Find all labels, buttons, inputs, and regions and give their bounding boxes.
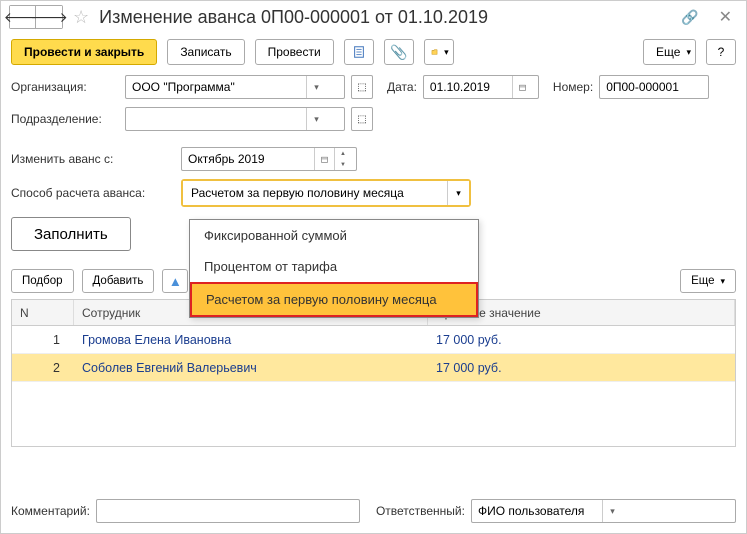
- cell-prev: 17 000 руб.: [428, 361, 735, 375]
- responsible-input[interactable]: [472, 500, 602, 522]
- dropdown-option-percent[interactable]: Процентом от тарифа: [190, 251, 478, 282]
- calendar-icon: [321, 154, 328, 165]
- col-n[interactable]: N: [12, 300, 74, 325]
- method-field[interactable]: ▾: [181, 179, 471, 207]
- more-button[interactable]: Еще: [643, 39, 696, 65]
- table-row[interactable]: 2 Соболев Евгений Валерьевич 17 000 руб.: [12, 354, 735, 382]
- select-button[interactable]: Подбор: [11, 269, 74, 293]
- responsible-dropdown-button[interactable]: ▾: [602, 500, 622, 522]
- cell-n: 2: [12, 361, 74, 375]
- date-field[interactable]: [423, 75, 539, 99]
- cell-employee: Соболев Евгений Валерьевич: [74, 361, 428, 375]
- move-up-button[interactable]: ▲: [162, 269, 188, 293]
- forward-button[interactable]: 🡒: [36, 6, 62, 28]
- change-from-input[interactable]: [182, 148, 314, 170]
- cell-prev: 17 000 руб.: [428, 333, 735, 347]
- titlebar: 🡐 🡒 ☆ Изменение аванса 0П00-000001 от 01…: [1, 1, 746, 33]
- print-button[interactable]: [344, 39, 374, 65]
- change-from-field[interactable]: ▲ ▼: [181, 147, 357, 171]
- dropdown-option-calc[interactable]: Расчетом за первую половину месяца: [190, 282, 478, 317]
- window-title: Изменение аванса 0П00-000001 от 01.10.20…: [99, 7, 675, 28]
- org-input[interactable]: [126, 76, 306, 98]
- paperclip-icon: 📎: [390, 44, 407, 61]
- footer: Комментарий: Ответственный: ▾: [1, 489, 746, 533]
- calendar-icon: [519, 82, 526, 93]
- org-open-button[interactable]: ⬚: [351, 75, 373, 99]
- number-field[interactable]: [599, 75, 709, 99]
- method-dropdown-button[interactable]: ▾: [447, 181, 469, 205]
- folder-icon: [431, 45, 438, 59]
- cell-employee: Громова Елена Ивановна: [74, 333, 428, 347]
- favorite-star-icon[interactable]: ☆: [73, 7, 89, 28]
- help-button[interactable]: ?: [706, 39, 736, 65]
- table-more-button[interactable]: Еще: [680, 269, 736, 293]
- employee-table: N Сотрудник Прежнее значение 1 Громова Е…: [11, 299, 736, 447]
- fill-button[interactable]: Заполнить: [11, 217, 131, 251]
- number-input[interactable]: [600, 76, 704, 98]
- post-button[interactable]: Провести: [255, 39, 334, 65]
- post-and-close-button[interactable]: Провести и закрыть: [11, 39, 157, 65]
- nav-group: 🡐 🡒: [9, 5, 63, 29]
- change-from-calendar-button[interactable]: [314, 148, 334, 170]
- cell-n: 1: [12, 333, 74, 347]
- responsible-field[interactable]: ▾: [471, 499, 736, 523]
- arrow-up-icon: ▲: [169, 274, 182, 289]
- dept-dropdown-button[interactable]: ▾: [306, 108, 326, 130]
- month-down-button[interactable]: ▼: [335, 159, 351, 170]
- close-button[interactable]: ✕: [713, 6, 738, 28]
- date-label: Дата:: [387, 80, 417, 94]
- comment-field[interactable]: [96, 499, 360, 523]
- dept-label: Подразделение:: [11, 112, 119, 126]
- add-button[interactable]: Добавить: [82, 269, 155, 293]
- method-input[interactable]: [183, 181, 447, 205]
- change-from-label: Изменить аванс с:: [11, 152, 175, 166]
- dept-field[interactable]: ▾: [125, 107, 345, 131]
- report-icon: [352, 45, 366, 59]
- link-icon[interactable]: 🔗: [681, 9, 698, 26]
- method-label: Способ расчета аванса:: [11, 186, 175, 200]
- org-field[interactable]: ▾: [125, 75, 345, 99]
- date-calendar-button[interactable]: [512, 76, 532, 98]
- responsible-label: Ответственный:: [376, 504, 465, 518]
- month-spinner: ▲ ▼: [334, 148, 351, 170]
- attachment-button[interactable]: 📎: [384, 39, 414, 65]
- external-open-button[interactable]: [424, 39, 454, 65]
- table-row[interactable]: 1 Громова Елена Ивановна 17 000 руб.: [12, 326, 735, 354]
- comment-label: Комментарий:: [11, 504, 90, 518]
- org-label: Организация:: [11, 80, 119, 94]
- document-window: 🡐 🡒 ☆ Изменение аванса 0П00-000001 от 01…: [0, 0, 747, 534]
- dropdown-option-fixed[interactable]: Фиксированной суммой: [190, 220, 478, 251]
- org-dropdown-button[interactable]: ▾: [306, 76, 326, 98]
- save-button[interactable]: Записать: [167, 39, 244, 65]
- comment-input[interactable]: [97, 500, 359, 522]
- main-toolbar: Провести и закрыть Записать Провести 📎 Е…: [1, 33, 746, 71]
- month-up-button[interactable]: ▲: [335, 148, 351, 159]
- dept-open-button[interactable]: ⬚: [351, 107, 373, 131]
- number-label: Номер:: [553, 80, 593, 94]
- method-dropdown-list: Фиксированной суммой Процентом от тарифа…: [189, 219, 479, 318]
- dept-input[interactable]: [126, 108, 306, 130]
- date-input[interactable]: [424, 76, 512, 98]
